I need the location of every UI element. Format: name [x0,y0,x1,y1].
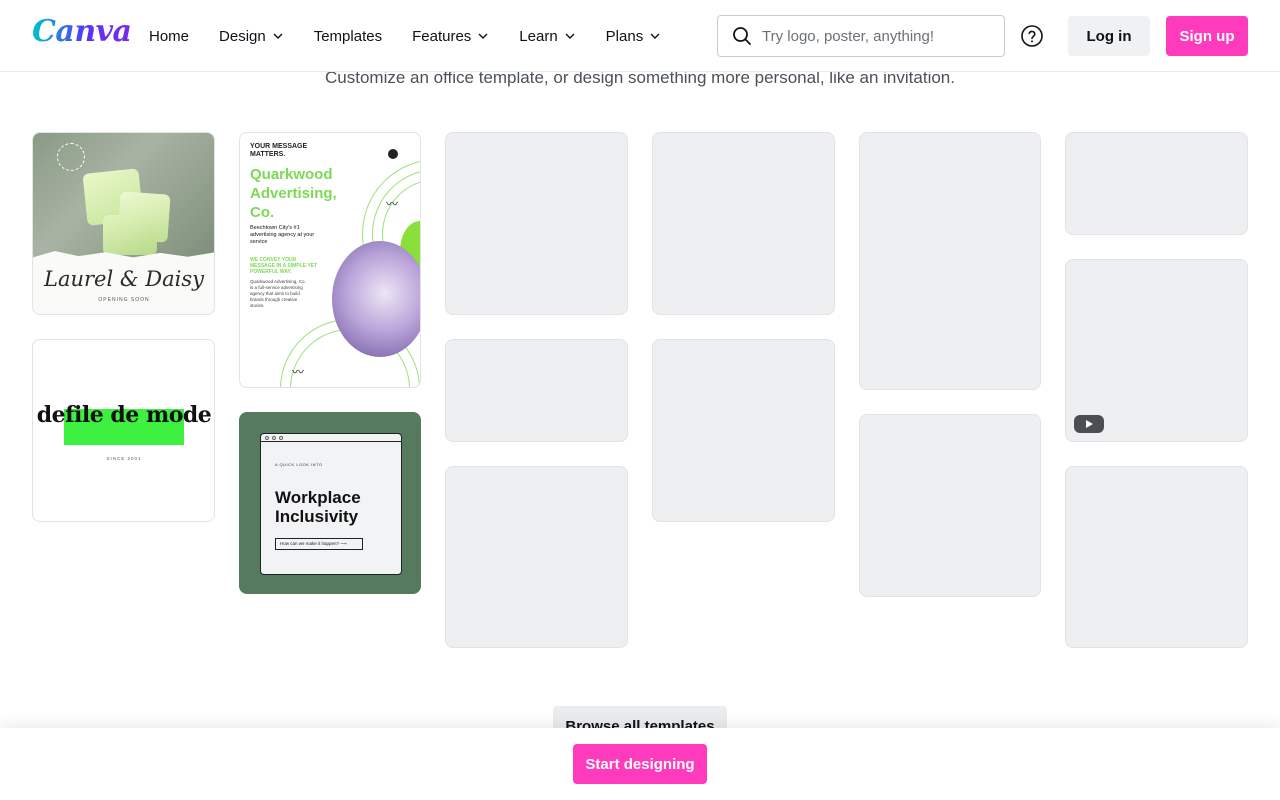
template-card-quarkwood[interactable]: 〰 〰 YOUR MESSAGE MATTERS. Quarkwood Adve… [239,132,421,388]
decor-dot [388,149,398,159]
chevron-down-icon [565,33,575,39]
nav-features[interactable]: Features [412,28,489,45]
play-icon [1086,420,1093,428]
nav-templates[interactable]: Templates [314,28,382,45]
bottom-cta-bar: Start designing [0,728,1280,800]
window-titlebar [261,434,401,442]
nav-home-label: Home [149,27,190,45]
search-icon [733,27,751,45]
template-kicker: A QUICK LOOK INTO [275,462,323,467]
nav-design-label: Design [219,27,266,45]
template-card-loading[interactable] [445,466,628,648]
template-line: WE CONVEY YOUR MESSAGE IN A SIMPLE YET P… [250,257,318,275]
nav-plans-label: Plans [605,27,644,45]
window-frame: A QUICK LOOK INTO Workplace Inclusivity … [260,433,402,575]
template-kicker: YOUR MESSAGE MATTERS. [250,143,308,158]
template-tagline: OPENING SOON [98,297,150,303]
template-card-workplace-inclusivity[interactable]: A QUICK LOOK INTO Workplace Inclusivity … [239,412,421,594]
template-line: Quarkwood Advertising, Co. is a full-ser… [250,279,306,308]
canva-logo[interactable]: Canva [32,14,132,49]
window-dot-icon [279,436,283,440]
nav-learn[interactable]: Learn [519,28,575,45]
template-title: Quarkwood Advertising, Co. [250,166,337,221]
succulent-image [332,241,420,357]
template-card-defile-de-mode[interactable]: defile de mode SINCE 2001 [32,339,215,522]
chevron-down-icon [478,33,488,39]
nav-learn-label: Learn [519,27,558,45]
squiggle-icon: 〰 [292,365,304,379]
login-button[interactable]: Log in [1068,16,1150,56]
window-dot-icon [265,436,269,440]
nav-home[interactable]: Home [149,28,189,45]
main-nav: Home Design Templates Features Learn Pla… [149,0,691,72]
template-card-loading[interactable] [652,132,835,315]
template-card-loading[interactable] [1065,132,1248,235]
video-badge [1074,415,1104,433]
search-box[interactable] [717,15,1005,57]
template-title: defile de mode [36,402,212,428]
start-designing-button[interactable]: Start designing [573,744,707,784]
template-title: Workplace Inclusivity [275,488,361,526]
template-card-loading[interactable] [859,132,1041,390]
template-card-loading[interactable] [445,339,628,442]
template-card-loading[interactable] [1065,466,1248,648]
soap-shape [103,215,157,255]
nav-plans[interactable]: Plans [606,28,662,45]
nav-features-label: Features [412,27,472,45]
chevron-down-icon [273,33,283,39]
template-card-loading[interactable] [859,414,1041,597]
template-card-video[interactable] [1065,259,1248,442]
template-card-loading[interactable] [445,132,628,315]
nav-design[interactable]: Design [219,28,284,45]
template-question: How can we make it happen? ⟶ [275,538,363,550]
chevron-down-icon [650,33,660,39]
template-question-text: How can we make it happen? [280,541,340,546]
stamp-badge [57,143,85,171]
top-header: Canva Home Design Templates Features Lea… [0,0,1280,72]
template-line: Beechtown City's #1 advertising agency a… [250,225,315,245]
help-icon[interactable] [1020,24,1044,48]
template-tagline: SINCE 2001 [106,456,142,461]
signup-button[interactable]: Sign up [1166,16,1248,56]
template-title: Laurel & Daisy [44,267,204,291]
squiggle-icon: 〰 [386,197,398,211]
nav-templates-label: Templates [313,27,383,45]
template-card-loading[interactable] [652,339,835,522]
window-dot-icon [272,436,276,440]
template-card-laurel-daisy[interactable]: Laurel & Daisy OPENING SOON [32,132,215,315]
arrow-right-icon: ⟶ [340,541,347,546]
search-input[interactable] [762,27,982,45]
